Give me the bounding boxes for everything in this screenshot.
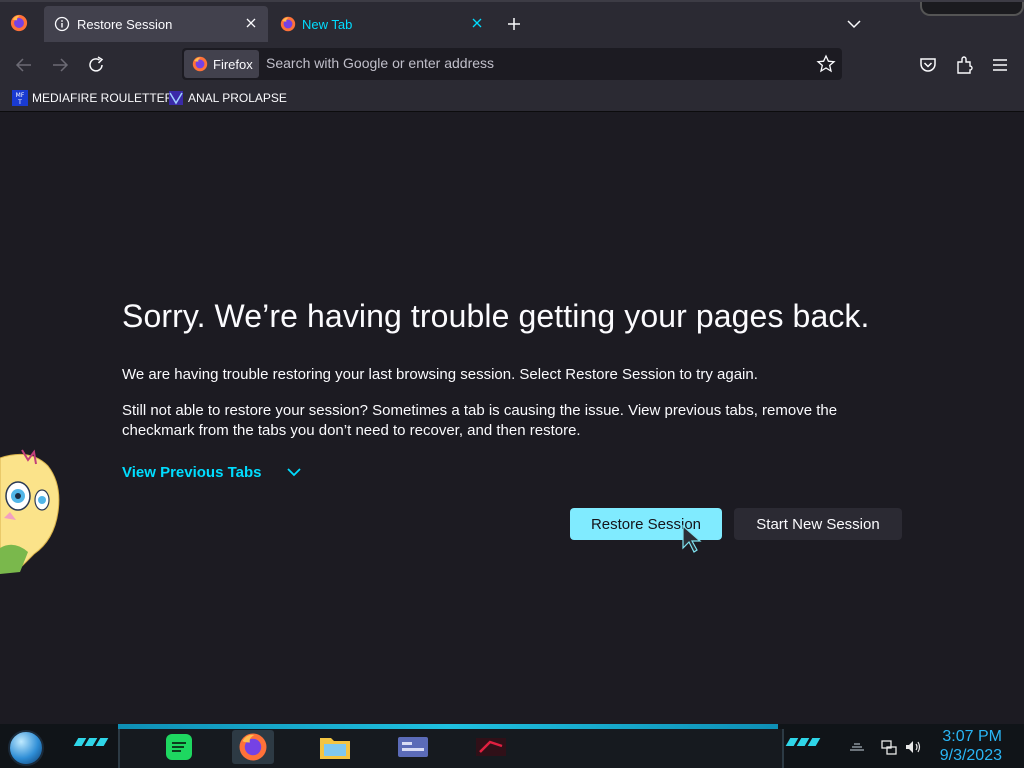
- view-previous-tabs-label: View Previous Tabs: [122, 463, 262, 481]
- clock-time: 3:07 PM: [942, 728, 1002, 745]
- tab-label: Restore Session: [77, 17, 173, 32]
- game-app-icon: [476, 738, 506, 756]
- page-content: Sorry. We’re having trouble getting your…: [0, 112, 1024, 724]
- bookmark-label: ANAL PROLAPSE: [188, 91, 287, 105]
- mouse-cursor-icon: [682, 524, 702, 553]
- firefox-icon: [239, 733, 267, 761]
- chevron-down-icon[interactable]: [844, 14, 864, 34]
- address-bar: Firefox: [182, 48, 842, 80]
- taskbar-frame: [118, 729, 784, 768]
- taskbar-app-spotify[interactable]: [158, 730, 200, 764]
- forward-arrow-icon[interactable]: [49, 54, 71, 76]
- tab-new-tab[interactable]: New Tab: [272, 6, 494, 42]
- taskbar: 3:07 PM 9/3/2023: [0, 724, 1024, 768]
- close-tab-icon[interactable]: [468, 14, 486, 32]
- bookmark-second[interactable]: ANAL PROLAPSE: [168, 90, 287, 106]
- volume-icon[interactable]: [904, 738, 922, 756]
- firefox-icon: [192, 56, 208, 72]
- tab-label: New Tab: [302, 17, 353, 32]
- clock-date: 9/3/2023: [939, 747, 1002, 764]
- taskbar-app-firefox[interactable]: [232, 730, 274, 764]
- show-hidden-icons-icon[interactable]: [848, 738, 866, 756]
- navigation-toolbar: Firefox: [0, 44, 1024, 86]
- bookmark-favicon: [169, 91, 183, 105]
- back-arrow-icon[interactable]: [13, 54, 35, 76]
- system-clock[interactable]: 3:07 PM 9/3/2023: [940, 727, 1002, 765]
- menu-hamburger-icon[interactable]: [989, 54, 1011, 76]
- new-tab-button[interactable]: [504, 14, 524, 34]
- screen: Restore Session New Tab Firefox Search w…: [0, 0, 1024, 768]
- tab-strip: Restore Session New Tab: [0, 0, 1024, 44]
- decorative-chevrons: [73, 738, 109, 746]
- extensions-icon[interactable]: [953, 54, 975, 76]
- window-decoration: [920, 2, 1024, 16]
- spotify-icon: [166, 734, 192, 760]
- view-previous-tabs-toggle[interactable]: View Previous Tabs: [122, 462, 304, 482]
- start-new-session-button[interactable]: Start New Session: [734, 508, 902, 540]
- identity-label: Firefox: [213, 56, 253, 72]
- description-paragraph: We are having trouble restoring your las…: [122, 366, 758, 383]
- network-icon[interactable]: [880, 738, 898, 756]
- chevron-down-icon: [286, 468, 301, 477]
- bookmark-label: MEDIAFIRE ROULETTER: [32, 91, 174, 105]
- cartoon-character-sticker: [0, 449, 60, 574]
- bookmarks-toolbar: MF T MEDIAFIRE ROULETTER ANAL PROLAPSE: [0, 86, 1024, 112]
- taskbar-app-id-card[interactable]: [392, 730, 434, 764]
- taskbar-app-game[interactable]: [470, 730, 512, 764]
- decorative-chevrons: [785, 738, 821, 746]
- reload-icon[interactable]: [85, 54, 107, 76]
- taskbar-app-file-explorer[interactable]: [314, 730, 356, 764]
- file-explorer-icon: [320, 738, 350, 759]
- address-input[interactable]: [266, 55, 786, 71]
- identity-box[interactable]: Firefox: [184, 50, 259, 78]
- bookmark-star-icon[interactable]: [816, 54, 836, 74]
- mediafire-bookmark-icon: MF T: [12, 90, 28, 106]
- bookmark-mediafire-rouletter[interactable]: MF T MEDIAFIRE ROULETTER: [12, 90, 173, 106]
- close-tab-icon[interactable]: [242, 14, 260, 32]
- info-icon: [54, 16, 70, 32]
- page-title: Sorry. We’re having trouble getting your…: [122, 298, 870, 334]
- start-button[interactable]: [8, 730, 44, 766]
- pocket-icon[interactable]: [917, 54, 939, 76]
- help-paragraph: Still not able to restore your session? …: [122, 402, 838, 439]
- firefox-icon: [280, 16, 296, 32]
- svg-text:MF: MF: [16, 92, 25, 99]
- firefox-icon[interactable]: [10, 14, 28, 32]
- svg-text:T: T: [17, 99, 22, 106]
- id-card-app-icon: [398, 737, 428, 757]
- tab-restore-session[interactable]: Restore Session: [44, 6, 268, 42]
